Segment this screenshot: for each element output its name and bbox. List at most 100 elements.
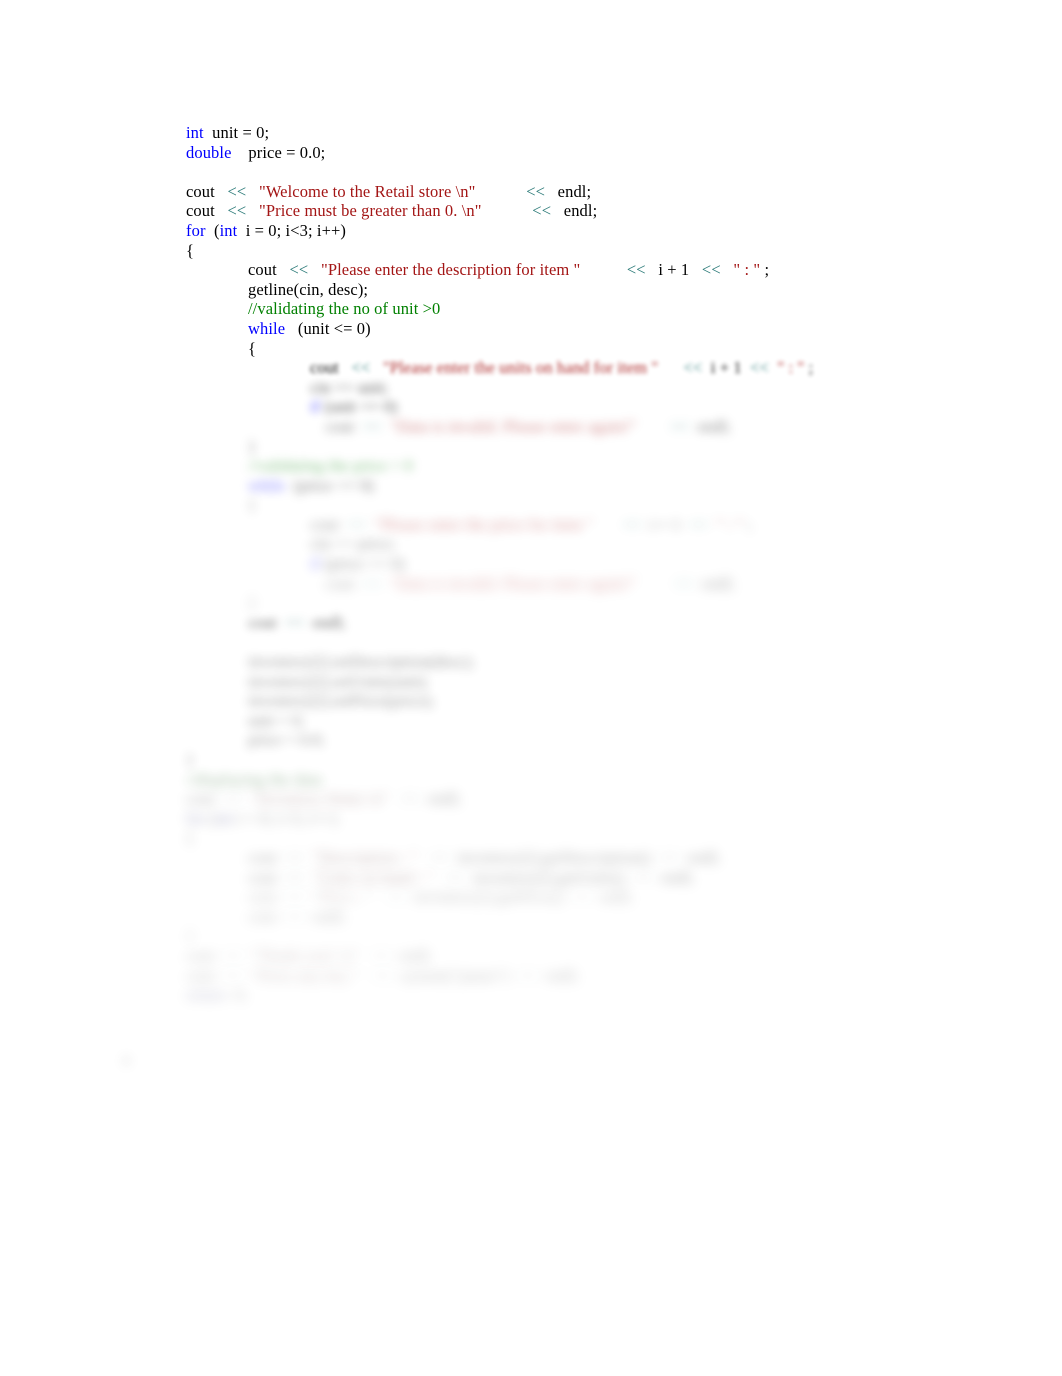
code-line: cout << endl; (186, 613, 1006, 633)
code-line: //displaying the data (186, 770, 1006, 790)
code-token-op: << (285, 906, 305, 926)
code-token-op: << (400, 789, 420, 809)
code-token-op: << (371, 945, 391, 965)
code-token-op: << (223, 945, 243, 965)
code-token-pln: unit = 0; (203, 123, 270, 142)
code-token-pln: i = 0; i<3; i++) (237, 220, 346, 240)
code-line: cout << "Thank you! \n" << endl; (186, 946, 1006, 966)
code-token-pln: endl; (304, 612, 347, 632)
code-token-str: "Units on hand : " (312, 867, 434, 887)
code-token-cmt: //validating the no of unit >0 (248, 299, 441, 319)
code-line: cin >> unit; (186, 378, 1006, 398)
code-token-pln (651, 848, 659, 867)
code-token-pln: cout (248, 260, 290, 280)
code-token-kw: int (219, 220, 238, 240)
code-token-pln (593, 515, 623, 534)
code-token-op: << (659, 847, 679, 867)
code-line: if (unit <= 0) (186, 397, 1006, 417)
code-token-kw: int (215, 808, 234, 828)
code-token-op: << (532, 201, 552, 221)
code-token-op: << (289, 260, 309, 280)
code-token-str: "Data is invalid. Please enter again!" (390, 573, 637, 593)
code-token-op: << (223, 789, 243, 809)
code-token-pln (625, 868, 633, 887)
code-line: cout << "Inventory Items \n" << endl; (186, 789, 1006, 809)
code-token-pln: cout (325, 416, 363, 436)
code-token-str: "Description : " (312, 847, 418, 867)
code-token-pln: inventory[i].setUnits(unit); (248, 671, 430, 691)
code-token-op: << (227, 201, 247, 221)
code-line: } (186, 926, 1006, 946)
code-token-pln: cout (186, 181, 228, 201)
code-token-pln (658, 358, 683, 377)
code-line: while (price <= 0) (186, 476, 1006, 496)
code-token-op: << (622, 514, 642, 534)
code-token-pln (304, 887, 312, 906)
code-line: //validating the price > 0 (186, 456, 1006, 476)
code-token-pln (482, 201, 533, 220)
code-token-str: " : " (777, 358, 805, 378)
code-token-pln: ; (743, 514, 753, 534)
code-token-cmt: //displaying the data (186, 769, 322, 789)
code-token-op: << (223, 965, 243, 985)
code-token-pln: inventory[i].getDescription() (448, 847, 652, 867)
code-token-pln: price = 0.0; (231, 142, 326, 162)
code-token-op: << (285, 847, 305, 867)
code-token-op: << (526, 181, 545, 201)
code-token-op: << (626, 260, 646, 280)
code-token-pln: (unit <= 0) (285, 318, 371, 338)
code-line: cout << "Press any key " << system("paus… (186, 966, 1006, 986)
code-line: inventory[i].setUnits(unit); (186, 672, 1006, 692)
document-page: int unit = 0; double price = 0.0; cout <<… (0, 0, 1062, 1376)
code-token-pln: i + 1 (641, 514, 690, 534)
code-token-pln: inventory[i].getPrice() (405, 887, 564, 907)
code-token-op: << (633, 867, 653, 887)
code-token-pln (304, 868, 312, 887)
code-token-pln: endl; (537, 965, 579, 985)
code-token-pln: inventory[i].setPrice(price); (248, 691, 435, 711)
code-token-pln (246, 201, 259, 220)
code-line: cout << "Data is invalid. Please enter a… (186, 574, 1006, 594)
code-token-op: << (285, 887, 305, 907)
code-listing: int unit = 0; double price = 0.0; cout <<… (186, 123, 1006, 1005)
code-token-pln: cout (310, 514, 348, 534)
code-token-pln: } (186, 926, 195, 946)
code-line: inventory[i].setDescription(desc); (186, 652, 1006, 672)
code-line: cin >> price; (186, 534, 1006, 554)
code-token-pln: { (248, 495, 257, 515)
code-token-op: << (285, 867, 305, 887)
code-line: while (unit <= 0) (186, 319, 1006, 339)
code-token-str: "Press any key " (250, 965, 361, 985)
code-token-op: << (373, 965, 392, 985)
code-token-pln: i + 1 (645, 260, 702, 280)
code-line: double price = 0.0; (186, 143, 1006, 163)
code-token-pln: cout (186, 945, 224, 965)
code-token-pln: endl; (689, 416, 731, 436)
code-token-pln (382, 574, 390, 593)
code-token-pln: endl; (390, 945, 433, 965)
code-token-pln: endl; (545, 181, 592, 201)
code-token-op: << (347, 514, 367, 534)
code-token-kw: while (248, 475, 286, 495)
code-token-pln: cout (310, 358, 352, 378)
code-token-kw: return (186, 985, 226, 1005)
code-token-pln: ; (804, 358, 814, 378)
code-line: { (186, 828, 1006, 848)
code-token-pln: (price <= 0) (320, 554, 405, 574)
code-token-kw: if (310, 554, 321, 574)
margin-mark: [] (122, 1052, 131, 1067)
code-token-str: " : " (733, 260, 761, 280)
code-token-op: << (285, 612, 305, 632)
code-token-pln: endl; (304, 906, 347, 926)
code-token-pln (636, 417, 670, 436)
code-token-op: << (518, 965, 538, 985)
code-line: cout << "Description : " << inventory[i]… (186, 848, 1006, 868)
code-token-op: << (750, 358, 769, 378)
code-token-pln: endl; (419, 789, 462, 809)
code-token-pln: i + 1 (702, 358, 751, 378)
code-line: if (price <= 0) (186, 554, 1006, 574)
code-token-op: << (674, 573, 694, 593)
code-token-str: "Please enter the units on hand for item… (382, 358, 659, 378)
